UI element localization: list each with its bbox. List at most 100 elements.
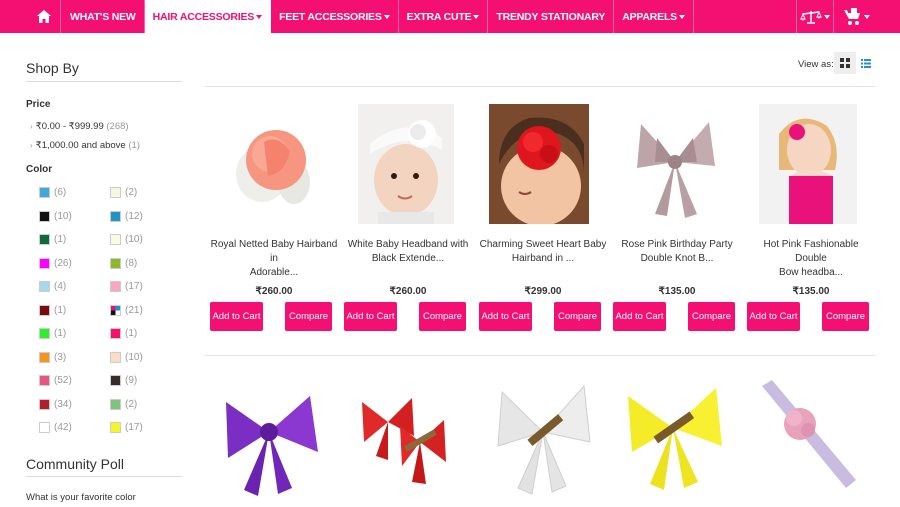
color-filter-item[interactable]: (10) — [39, 210, 72, 222]
grid-view-button[interactable] — [834, 52, 856, 74]
color-swatch — [39, 257, 50, 269]
color-filter-item[interactable]: (10) — [110, 351, 143, 363]
nav-item-3[interactable]: EXTRA CUTE — [399, 0, 489, 33]
divider — [26, 476, 182, 477]
color-swatch — [110, 328, 121, 339]
poll-question: What is your favorite color — [26, 492, 136, 503]
product-image[interactable] — [627, 104, 723, 224]
color-swatch — [39, 422, 50, 433]
nav-item-2[interactable]: FEET ACCESSORIES — [271, 0, 399, 33]
color-filter-item[interactable]: (1) — [39, 328, 66, 339]
product-name[interactable]: Charming Sweet Heart Baby Hairband in ... — [479, 238, 607, 266]
product-price: ₹299.00 — [524, 286, 562, 297]
color-swatch — [110, 187, 121, 198]
product-image[interactable] — [759, 104, 857, 224]
product-image[interactable] — [214, 372, 324, 500]
product-image[interactable] — [348, 372, 458, 500]
color-filter-item[interactable]: (17) — [110, 422, 143, 433]
nav-item-label: HAIR ACCESSORIES — [152, 10, 255, 23]
color-count: (12) — [125, 210, 143, 222]
color-filter-item[interactable]: (21) — [110, 304, 143, 316]
nav-item-0[interactable]: WHAT'S NEW — [62, 0, 145, 33]
color-swatch — [110, 351, 121, 363]
sidebar: Shop By Price › ₹0.00 - ₹999.99 (268) › ₹1… — [26, 33, 182, 507]
home-button[interactable] — [28, 0, 61, 33]
color-count: (1) — [54, 234, 67, 245]
color-filter-item[interactable]: (1) — [110, 328, 137, 339]
add-to-cart-button[interactable]: Add to Cart — [479, 302, 532, 331]
list-view-button[interactable] — [858, 52, 874, 74]
compare-button[interactable]: Compare — [822, 302, 869, 331]
product-card: Royal Netted Baby Hairband in Adorable...… — [210, 104, 338, 334]
nav-item-1[interactable]: HAIR ACCESSORIES — [144, 0, 272, 33]
color-filter-item[interactable]: (17) — [110, 281, 143, 292]
nav-item-label: EXTRA CUTE — [406, 10, 472, 23]
nav-item-5[interactable]: APPARELS — [614, 0, 694, 33]
color-swatch — [39, 187, 50, 198]
color-filter-item[interactable]: (8) — [110, 257, 138, 269]
product-card: Rose Pink Birthday Party Double Knot B...… — [613, 104, 741, 334]
price-filter-item[interactable]: › ₹1,000.00 and above (1) — [30, 140, 140, 151]
color-filter-item[interactable]: (3) — [39, 351, 66, 363]
product-price: ₹260.00 — [389, 286, 427, 297]
chevron-down-icon — [824, 14, 830, 19]
add-to-cart-button[interactable]: Add to Cart — [613, 302, 666, 331]
color-filter-item[interactable]: (42) — [39, 422, 72, 433]
add-to-cart-button[interactable]: Add to Cart — [747, 302, 800, 331]
color-count: (8) — [125, 257, 138, 269]
product-image[interactable] — [224, 104, 320, 224]
product-image[interactable] — [489, 104, 589, 224]
color-swatch — [110, 398, 121, 410]
product-price: ₹260.00 — [255, 286, 293, 297]
color-swatch — [110, 422, 121, 433]
color-filter-item[interactable]: (12) — [110, 210, 143, 222]
color-swatch — [39, 328, 50, 339]
compare-button[interactable]: Compare — [554, 302, 601, 331]
color-filter-item[interactable]: (1) — [39, 234, 66, 245]
color-filter-item[interactable]: (6) — [39, 187, 66, 198]
compare-button[interactable]: Compare — [285, 302, 332, 331]
color-count: (9) — [125, 375, 138, 386]
product-image[interactable] — [488, 372, 598, 500]
color-count: (17) — [125, 422, 143, 433]
chevron-down-icon — [678, 14, 685, 19]
add-to-cart-button[interactable]: Add to Cart — [210, 302, 263, 331]
chevron-down-icon — [256, 14, 263, 19]
product-name[interactable]: White Baby Headband with Black Extende... — [344, 238, 472, 266]
price-range-label: ₹0.00 - ₹999.99 — [35, 121, 104, 132]
color-filter-item[interactable]: (34) — [39, 398, 72, 410]
product-image[interactable] — [618, 372, 728, 500]
price-filter-item[interactable]: › ₹0.00 - ₹999.99 (268) — [30, 121, 129, 132]
cart-button[interactable] — [836, 0, 876, 33]
color-filter-item[interactable]: (4) — [39, 281, 66, 292]
compare-button[interactable]: Compare — [688, 302, 735, 331]
color-count: (17) — [125, 281, 143, 292]
color-filter-item[interactable]: (2) — [110, 398, 137, 410]
color-filter-item[interactable]: (9) — [110, 375, 137, 386]
product-name[interactable]: Royal Netted Baby Hairband in Adorable... — [210, 238, 338, 280]
compare-button[interactable] — [796, 0, 834, 33]
product-price: ₹135.00 — [792, 286, 830, 297]
product-image[interactable] — [752, 372, 862, 500]
nav-menu: WHAT'S NEW HAIR ACCESSORIES FEET ACCESSORI… — [62, 0, 694, 33]
product-name[interactable]: Hot Pink Fashionable Double Bow headba... — [747, 238, 875, 280]
color-count: (4) — [54, 281, 67, 292]
color-filter-item[interactable]: (2) — [110, 187, 137, 198]
color-filter-item[interactable]: (1) — [39, 304, 66, 316]
cart-icon — [844, 7, 860, 25]
product-card: Hot Pink Fashionable Double Bow headba...… — [747, 104, 875, 334]
color-filter-item[interactable]: (52) — [39, 375, 72, 386]
product-image[interactable] — [358, 104, 454, 224]
color-filter-label: Color — [26, 164, 53, 175]
nav-item-label: WHAT'S NEW — [70, 10, 136, 23]
list-view-icon — [861, 58, 871, 68]
community-poll-heading: Community Poll — [26, 456, 125, 472]
color-count: (42) — [54, 422, 72, 433]
compare-button[interactable]: Compare — [419, 302, 466, 331]
add-to-cart-button[interactable]: Add to Cart — [344, 302, 397, 331]
nav-item-4[interactable]: TRENDY STATIONARY — [488, 0, 615, 33]
color-filter-item[interactable]: (10) — [110, 234, 143, 245]
color-swatch — [110, 234, 121, 245]
color-filter-item[interactable]: (26) — [39, 257, 72, 269]
product-name[interactable]: Rose Pink Birthday Party Double Knot B... — [613, 238, 741, 266]
